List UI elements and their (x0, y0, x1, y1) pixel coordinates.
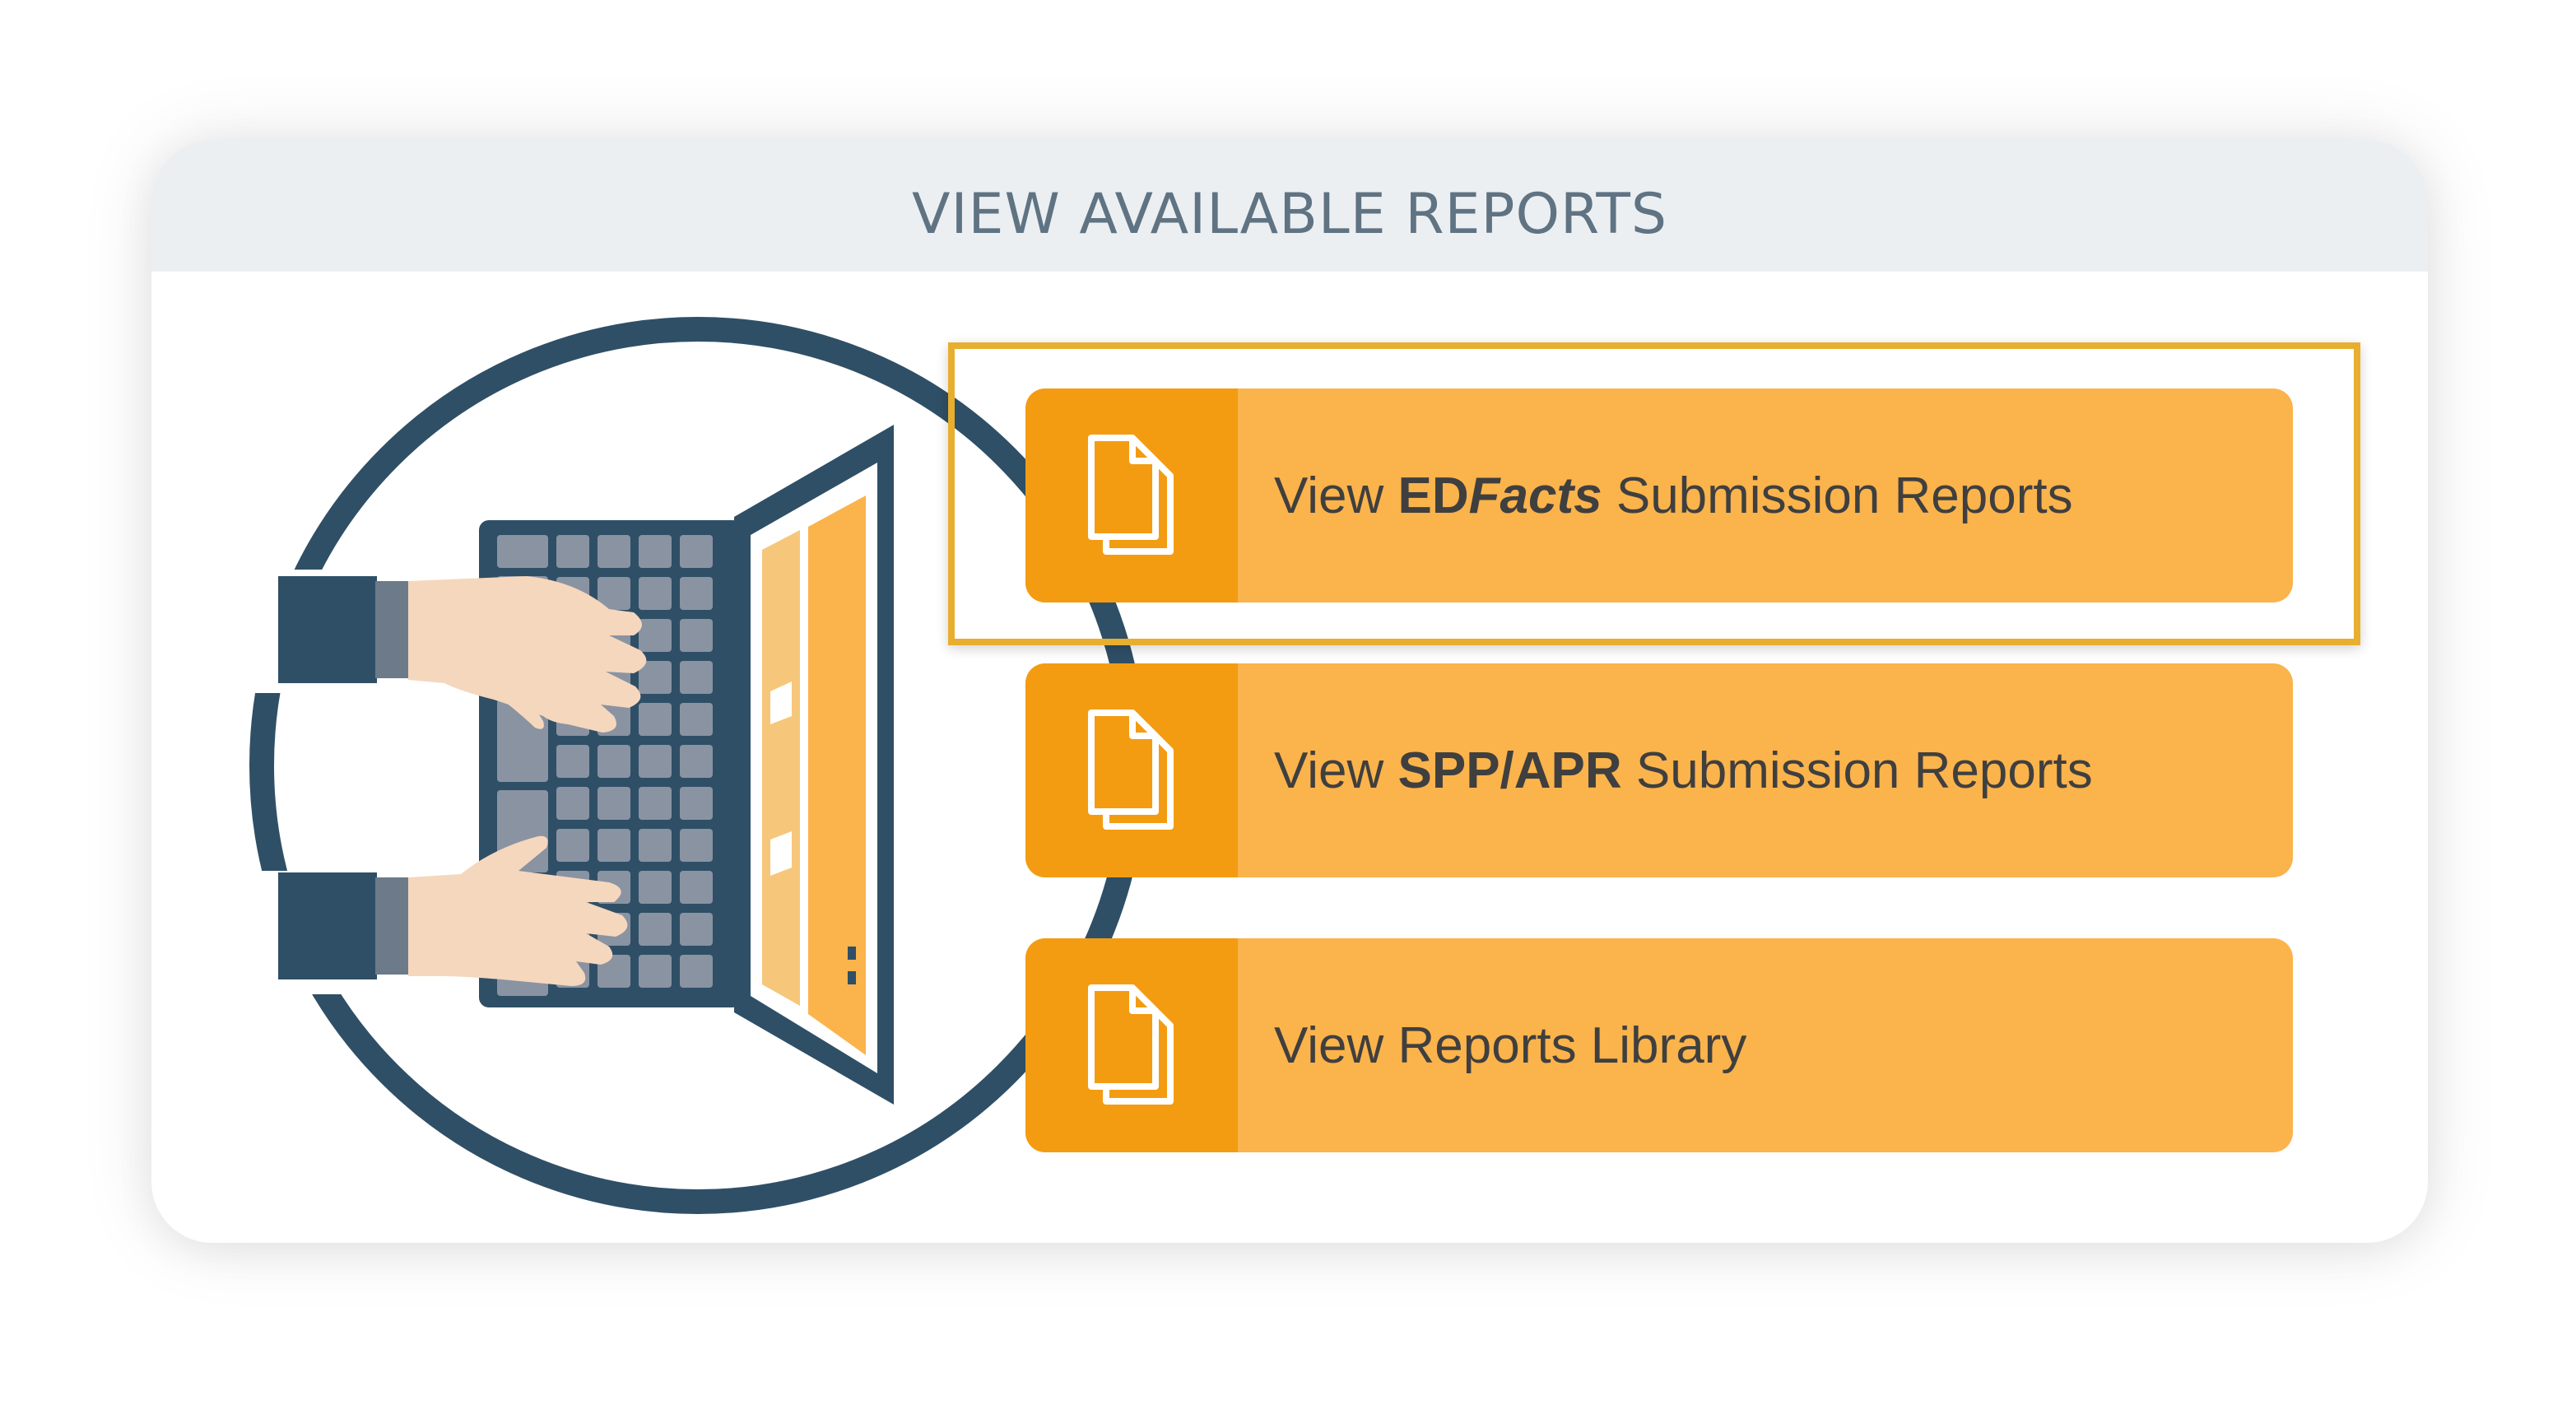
keyboard-key (680, 619, 713, 652)
keyboard-key (639, 619, 672, 652)
keyboard-key (598, 535, 630, 568)
label-bold: ED (1397, 467, 1469, 524)
button-label: View EDFacts Submission Reports (1238, 467, 2073, 525)
keyboard-key (680, 577, 713, 610)
spp-apr-reports-button[interactable]: View SPP/APR Submission Reports (1025, 663, 2293, 877)
keyboard-key (680, 661, 713, 694)
keyboard-key (639, 829, 672, 862)
keyboard-key (639, 787, 672, 820)
icon-box (1025, 938, 1238, 1152)
keyboard-key (598, 829, 630, 862)
keyboard-key (680, 703, 713, 736)
button-label: View SPP/APR Submission Reports (1238, 742, 2093, 800)
keyboard-key (680, 745, 713, 778)
keyboard-key (639, 745, 672, 778)
reports-library-button[interactable]: View Reports Library (1025, 938, 2293, 1152)
document-stack-icon (1088, 709, 1174, 830)
keyboard-key (680, 535, 713, 568)
keyboard-key (598, 745, 630, 778)
label-suffix: Submission Reports (1621, 742, 2093, 799)
label-prefix: View (1274, 742, 1398, 799)
document-stack-icon (1088, 435, 1174, 555)
label-suffix: Submission Reports (1602, 467, 2073, 524)
keyboard-key (556, 787, 589, 820)
label-bold: SPP/APR (1397, 742, 1622, 799)
keyboard-key (639, 577, 672, 610)
keyboard-key (598, 787, 630, 820)
keyboard-key (639, 955, 672, 988)
keyboard-key (680, 871, 713, 904)
keyboard-key (680, 787, 713, 820)
edfacts-reports-button[interactable]: View EDFacts Submission Reports (1025, 388, 2293, 602)
keyboard-key (680, 913, 713, 946)
keyboard-key (639, 871, 672, 904)
button-label: View Reports Library (1238, 1017, 1746, 1075)
keyboard-key (556, 535, 589, 568)
label-bold-italic: Facts (1468, 467, 1602, 524)
keyboard-key (556, 745, 589, 778)
keyboard-key (639, 703, 672, 736)
document-stack-icon (1088, 984, 1174, 1105)
keyboard-key (556, 829, 589, 862)
keyboard-key (680, 829, 713, 862)
keyboard-key (639, 913, 672, 946)
keyboard-key (680, 955, 713, 988)
keyboard-key (639, 535, 672, 568)
sleeve-upper (278, 576, 377, 683)
icon-box (1025, 663, 1238, 877)
sleeve-lower (278, 872, 377, 979)
icon-box (1025, 388, 1238, 602)
label-prefix: View (1274, 467, 1398, 524)
label-text: View Reports Library (1274, 1017, 1747, 1074)
page: VIEW AVAILABLE REPORTS View EDFacts Subm… (0, 0, 2576, 1405)
